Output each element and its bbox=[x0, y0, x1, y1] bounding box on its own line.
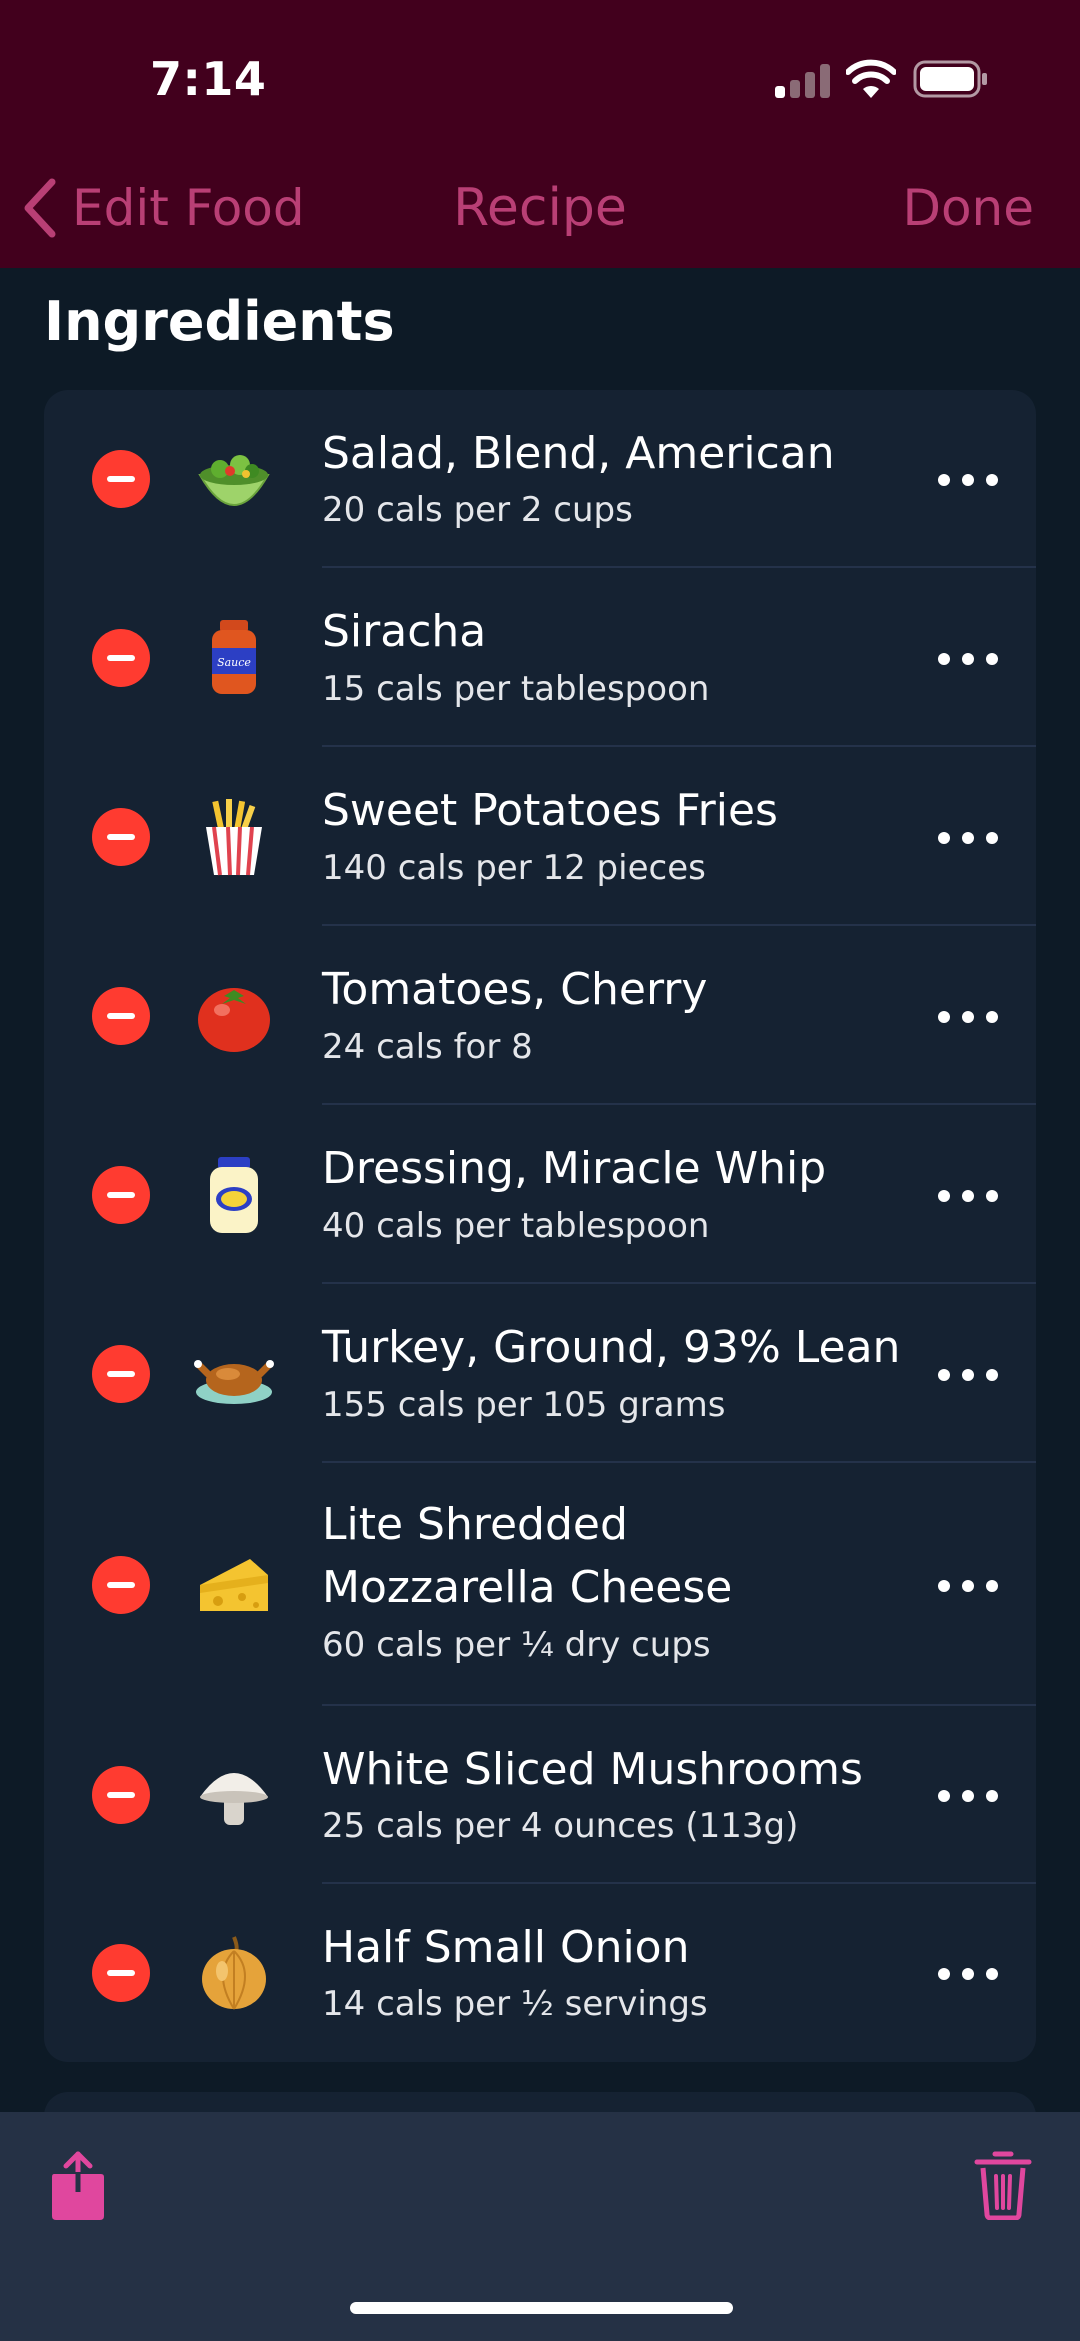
food-name-line-2: Mozzarella Cheese bbox=[322, 1562, 733, 1613]
remove-button[interactable] bbox=[92, 450, 150, 508]
tomato-icon bbox=[194, 976, 274, 1056]
list-item[interactable]: Tomatoes, Cherry 24 cals for 8 bbox=[44, 926, 1036, 1105]
remove-button[interactable] bbox=[92, 1944, 150, 2002]
food-calories: 140 cals per 12 pieces bbox=[322, 848, 706, 888]
remove-button[interactable] bbox=[92, 1166, 150, 1224]
cheese-icon bbox=[194, 1545, 274, 1625]
food-calories: 25 cals per 4 ounces (113g) bbox=[322, 1806, 799, 1846]
list-item[interactable]: Turkey, Ground, 93% Lean 155 cals per 10… bbox=[44, 1284, 1036, 1463]
mushroom-icon bbox=[194, 1755, 274, 1835]
remove-button[interactable] bbox=[92, 1556, 150, 1614]
food-name: White Sliced Mushrooms bbox=[322, 1744, 863, 1795]
list-item[interactable]: Dressing, Miracle Whip 40 cals per table… bbox=[44, 1105, 1036, 1284]
onion-icon bbox=[194, 1933, 274, 2013]
roast-turkey-icon bbox=[194, 1334, 274, 1414]
list-item[interactable]: Sweet Potatoes Fries 140 cals per 12 pie… bbox=[44, 747, 1036, 926]
food-name: Sweet Potatoes Fries bbox=[322, 785, 778, 836]
more-options-button[interactable] bbox=[938, 649, 998, 669]
salad-bowl-icon bbox=[194, 439, 274, 519]
ingredients-heading: Ingredients bbox=[44, 290, 395, 353]
trash-icon[interactable] bbox=[973, 2148, 1033, 2220]
more-options-button[interactable] bbox=[938, 1786, 998, 1806]
list-item[interactable]: Lite Shredded Mozzarella Cheese 60 cals … bbox=[44, 1463, 1036, 1706]
more-options-button[interactable] bbox=[938, 1186, 998, 1206]
food-calories: 60 cals per ¼ dry cups bbox=[322, 1625, 711, 1665]
more-options-button[interactable] bbox=[938, 828, 998, 848]
ingredients-list: Salad, Blend, American 20 cals per 2 cup… bbox=[44, 390, 1036, 2062]
remove-button[interactable] bbox=[92, 629, 150, 687]
more-options-button[interactable] bbox=[938, 1007, 998, 1027]
battery-icon bbox=[913, 60, 987, 98]
food-calories: 40 cals per tablespoon bbox=[322, 1206, 710, 1246]
navigation-bar: Edit Food Recipe Done bbox=[0, 160, 1080, 256]
list-item[interactable]: White Sliced Mushrooms 25 cals per 4 oun… bbox=[44, 1706, 1036, 1884]
more-options-button[interactable] bbox=[938, 1576, 998, 1596]
food-calories: 20 cals per 2 cups bbox=[322, 490, 633, 530]
cellular-signal-icon bbox=[775, 62, 831, 98]
more-options-button[interactable] bbox=[938, 470, 998, 490]
remove-button[interactable] bbox=[92, 1766, 150, 1824]
list-item[interactable]: Salad, Blend, American 20 cals per 2 cup… bbox=[44, 390, 1036, 568]
food-name: Salad, Blend, American bbox=[322, 428, 835, 479]
list-item[interactable]: Sauce Siracha 15 cals per tablespoon bbox=[44, 568, 1036, 747]
food-name: Siracha bbox=[322, 606, 487, 657]
food-name: Dressing, Miracle Whip bbox=[322, 1143, 827, 1194]
more-options-button[interactable] bbox=[938, 1964, 998, 1984]
wifi-icon bbox=[846, 59, 896, 98]
food-name: Turkey, Ground, 93% Lean bbox=[322, 1322, 901, 1373]
header: 7:14 Edit Food Recipe Done bbox=[0, 0, 1080, 268]
food-calories: 155 cals per 105 grams bbox=[322, 1385, 726, 1425]
food-calories: 15 cals per tablespoon bbox=[322, 669, 710, 709]
food-name-line-1: Lite Shredded bbox=[322, 1499, 628, 1550]
status-time: 7:14 bbox=[150, 52, 267, 106]
home-indicator[interactable] bbox=[350, 2302, 733, 2314]
remove-button[interactable] bbox=[92, 987, 150, 1045]
french-fries-icon bbox=[194, 797, 274, 877]
svg-text:Sauce: Sauce bbox=[217, 656, 251, 669]
mayo-jar-icon bbox=[194, 1155, 274, 1235]
food-calories: 14 cals per ½ servings bbox=[322, 1984, 708, 2024]
food-calories: 24 cals for 8 bbox=[322, 1027, 533, 1067]
more-options-button[interactable] bbox=[938, 1365, 998, 1385]
remove-button[interactable] bbox=[92, 1345, 150, 1403]
share-icon[interactable] bbox=[48, 2150, 108, 2222]
sauce-jar-icon: Sauce bbox=[194, 618, 274, 698]
done-button[interactable]: Done bbox=[902, 176, 1034, 240]
remove-button[interactable] bbox=[92, 808, 150, 866]
food-name: Tomatoes, Cherry bbox=[322, 964, 708, 1015]
food-name: Half Small Onion bbox=[322, 1922, 690, 1973]
list-item[interactable]: Half Small Onion 14 cals per ½ servings bbox=[44, 1884, 1036, 2062]
